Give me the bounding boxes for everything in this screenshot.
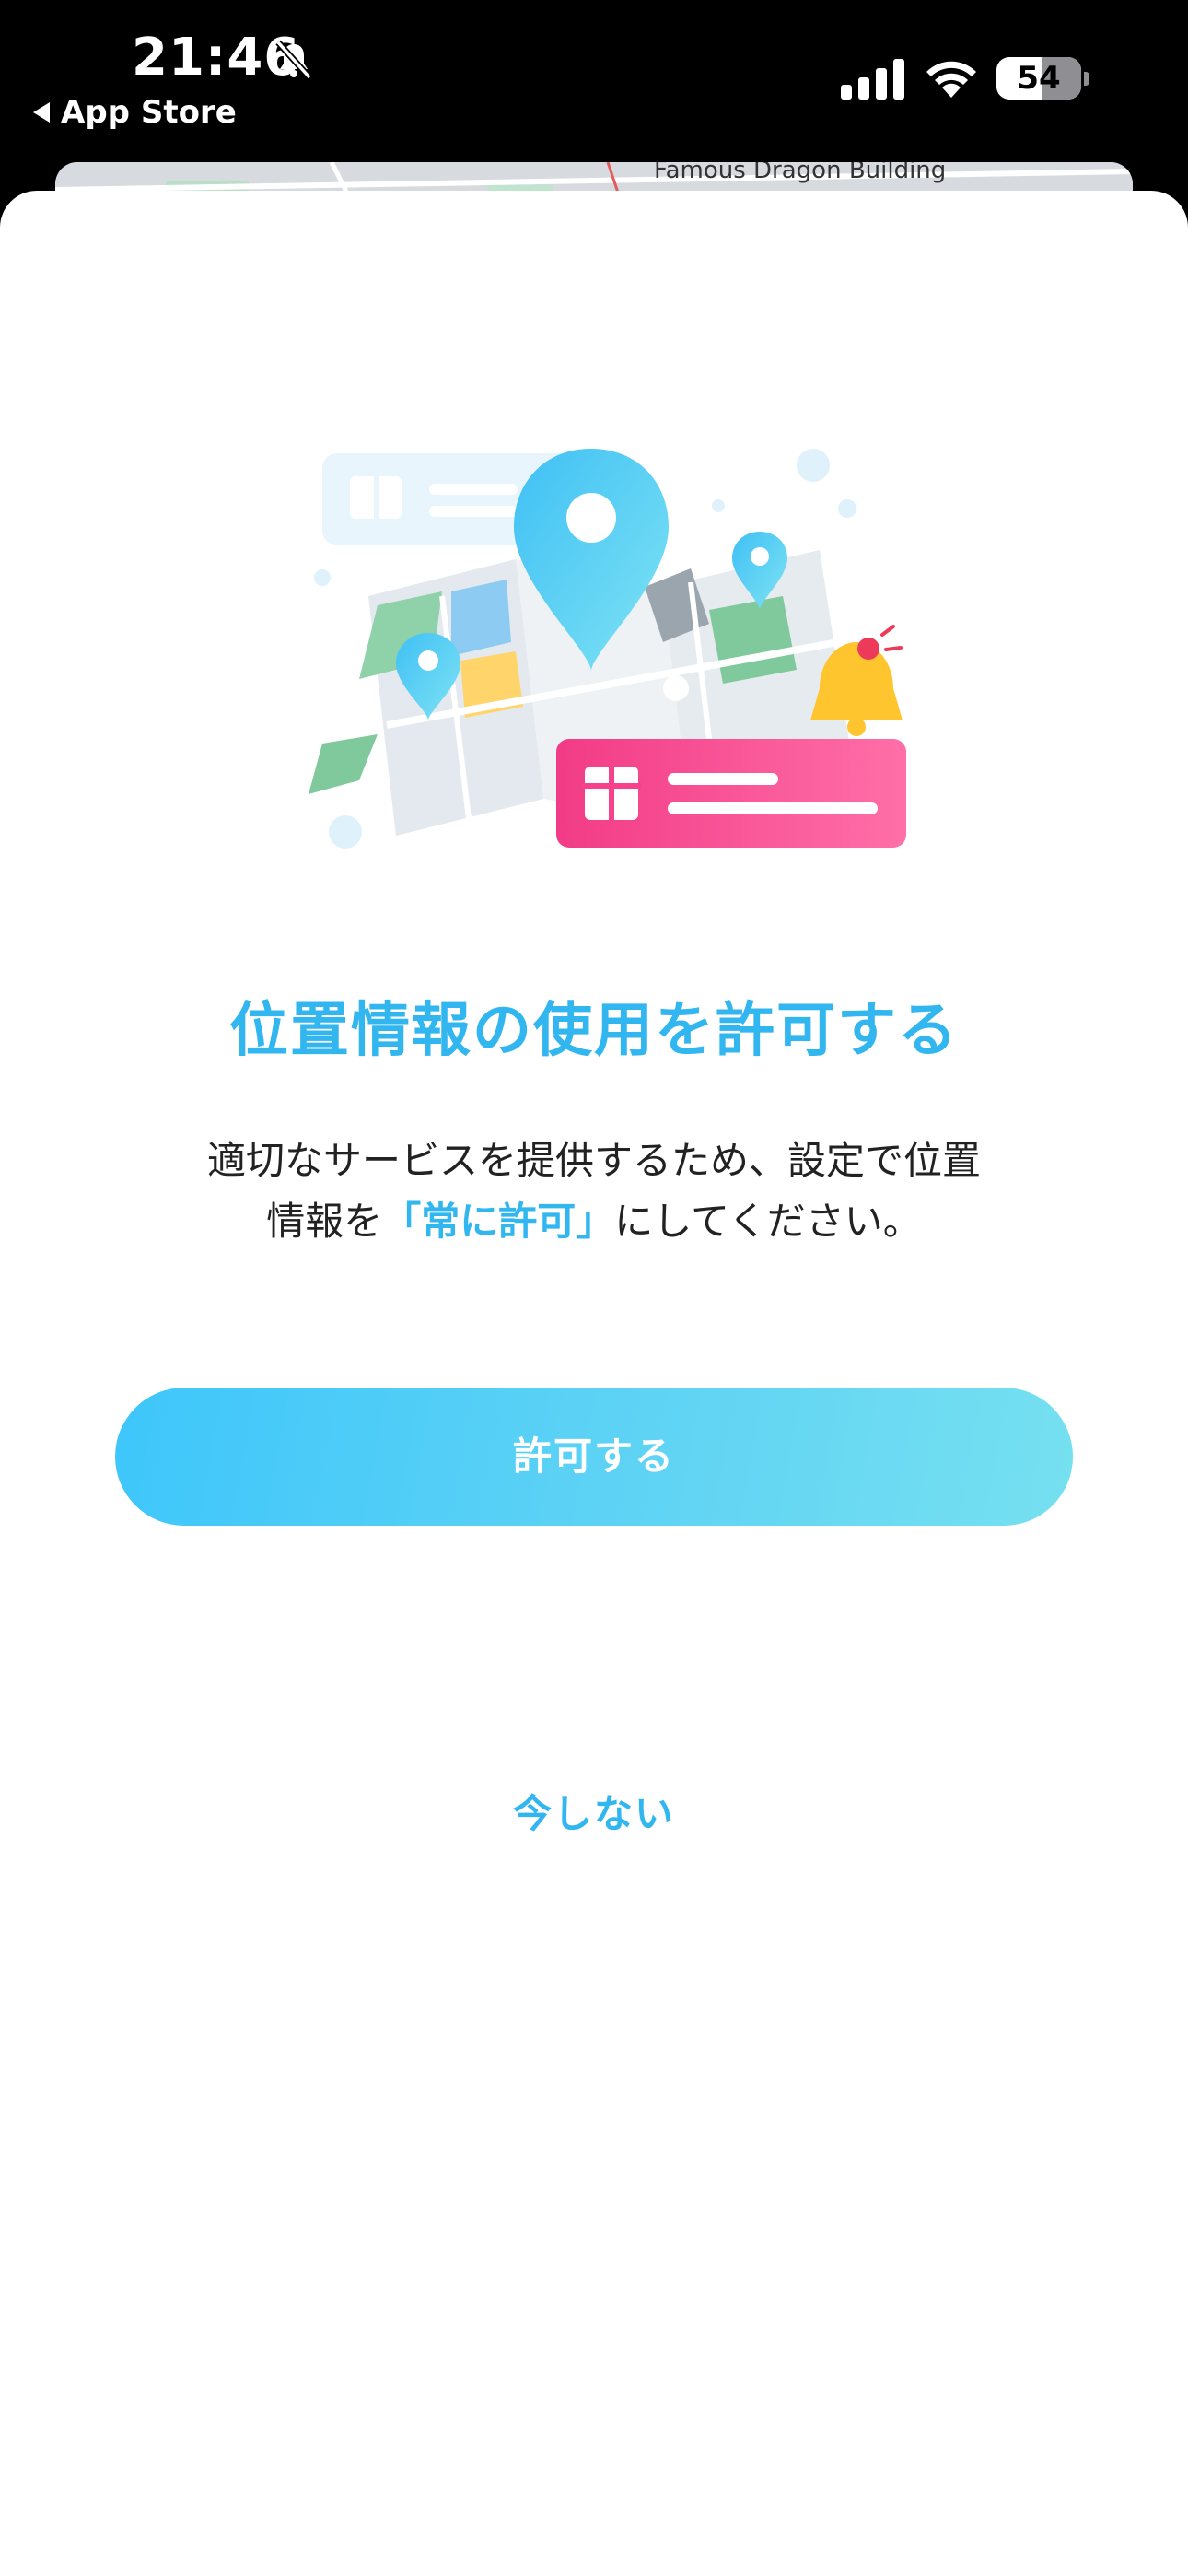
always-allow-highlight: 「常に許可」 <box>382 1199 615 1244</box>
allow-button[interactable]: 許可する <box>115 1388 1073 1526</box>
battery-percent: 54 <box>1017 60 1061 97</box>
screen: 21:46 App Store 54 Famous Dragon Buildin… <box>0 0 1188 2576</box>
description-line-2: 情報を「常に許可」にしてください。 <box>138 1191 1050 1252</box>
battery-cap <box>1084 72 1089 86</box>
sheet-description: 適切なサービスを提供するため、設定で位置 情報を「常に許可」にしてください。 <box>138 1130 1050 1252</box>
description-suffix: にしてください。 <box>614 1199 922 1244</box>
bell-slash-icon <box>275 40 312 80</box>
battery-indicator: 54 <box>996 57 1081 100</box>
map-pins-gift-illustration <box>309 449 906 849</box>
wifi-icon <box>926 61 976 98</box>
not-now-button[interactable]: 今しない <box>410 1777 778 1851</box>
sheet-title: 位置情報の使用を許可する <box>229 997 959 1065</box>
back-to-app-store-link[interactable]: App Store <box>33 94 237 131</box>
back-link-label: App Store <box>61 94 237 131</box>
status-bar: 21:46 App Store 54 <box>0 0 1188 166</box>
description-prefix: 情報を <box>266 1199 383 1244</box>
location-permission-sheet: 位置情報の使用を許可する 適切なサービスを提供するため、設定で位置 情報を「常に… <box>0 191 1188 2576</box>
description-line-1: 適切なサービスを提供するため、設定で位置 <box>206 1138 981 1183</box>
back-triangle-icon <box>33 102 50 123</box>
cellular-signal-icon <box>841 59 904 100</box>
map-place-label: Famous Dragon Building <box>654 162 947 184</box>
